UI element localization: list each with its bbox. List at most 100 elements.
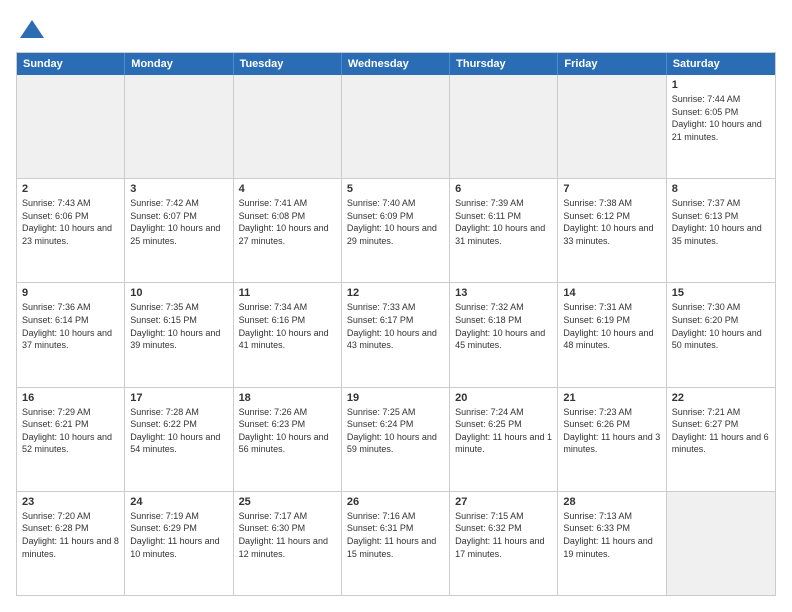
day-number: 23 <box>22 496 119 508</box>
calendar-cell: 5Sunrise: 7:40 AM Sunset: 6:09 PM Daylig… <box>342 179 450 282</box>
calendar-cell: 10 Sunrise: 7:35 AM Sunset: 6:15 PM Dayli… <box>125 283 233 386</box>
weekday-header: Thursday <box>450 53 558 75</box>
calendar-cell: 1 Sunrise: 7:44 AM Sunset: 6:05 PM Daylig… <box>667 75 775 178</box>
logo <box>16 16 46 44</box>
cell-sun-info: Sunrise: 7:20 AM Sunset: 6:28 PM Dayligh… <box>22 510 119 560</box>
day-number: 2 <box>22 183 119 195</box>
weekday-header: Sunday <box>17 53 125 75</box>
day-number: 25 <box>239 496 336 508</box>
day-number: 19 <box>347 392 444 404</box>
cell-sun-info: Sunrise: 7:30 AM Sunset: 6:20 PM Dayligh… <box>672 301 770 351</box>
calendar-cell: 14Sunrise: 7:31 AM Sunset: 6:19 PM Dayli… <box>558 283 666 386</box>
calendar-cell: 18 Sunrise: 7:26 AM Sunset: 6:23 PM Dayli… <box>234 388 342 491</box>
calendar-cell: 6 Sunrise: 7:39 AM Sunset: 6:11 PM Daylig… <box>450 179 558 282</box>
calendar-cell: 3 Sunrise: 7:42 AM Sunset: 6:07 PM Daylig… <box>125 179 233 282</box>
day-number: 16 <box>22 392 119 404</box>
day-number: 21 <box>563 392 660 404</box>
day-number: 6 <box>455 183 552 195</box>
calendar-cell: 4 Sunrise: 7:41 AM Sunset: 6:08 PM Daylig… <box>234 179 342 282</box>
day-number: 27 <box>455 496 552 508</box>
cell-sun-info: Sunrise: 7:16 AM Sunset: 6:31 PM Dayligh… <box>347 510 444 560</box>
calendar-cell: 13 Sunrise: 7:32 AM Sunset: 6:18 PM Dayli… <box>450 283 558 386</box>
cell-sun-info: Sunrise: 7:35 AM Sunset: 6:15 PM Dayligh… <box>130 301 227 351</box>
calendar-row: 2 Sunrise: 7:43 AM Sunset: 6:06 PM Daylig… <box>17 178 775 282</box>
calendar-cell: 27 Sunrise: 7:15 AM Sunset: 6:32 PM Dayli… <box>450 492 558 595</box>
cell-sun-info: Sunrise: 7:21 AM Sunset: 6:27 PM Dayligh… <box>672 406 770 456</box>
calendar-cell: 16 Sunrise: 7:29 AM Sunset: 6:21 PM Dayli… <box>17 388 125 491</box>
calendar-body: 1 Sunrise: 7:44 AM Sunset: 6:05 PM Daylig… <box>17 75 775 595</box>
calendar-cell: 7Sunrise: 7:38 AM Sunset: 6:12 PM Daylig… <box>558 179 666 282</box>
calendar-cell <box>667 492 775 595</box>
cell-sun-info: Sunrise: 7:38 AM Sunset: 6:12 PM Dayligh… <box>563 197 660 247</box>
cell-sun-info: Sunrise: 7:33 AM Sunset: 6:17 PM Dayligh… <box>347 301 444 351</box>
calendar-cell: 22 Sunrise: 7:21 AM Sunset: 6:27 PM Dayli… <box>667 388 775 491</box>
day-number: 18 <box>239 392 336 404</box>
cell-sun-info: Sunrise: 7:19 AM Sunset: 6:29 PM Dayligh… <box>130 510 227 560</box>
calendar-row: 1 Sunrise: 7:44 AM Sunset: 6:05 PM Daylig… <box>17 75 775 178</box>
weekday-header: Saturday <box>667 53 775 75</box>
page-header <box>16 16 776 44</box>
cell-sun-info: Sunrise: 7:25 AM Sunset: 6:24 PM Dayligh… <box>347 406 444 456</box>
calendar-cell: 2 Sunrise: 7:43 AM Sunset: 6:06 PM Daylig… <box>17 179 125 282</box>
cell-sun-info: Sunrise: 7:28 AM Sunset: 6:22 PM Dayligh… <box>130 406 227 456</box>
cell-sun-info: Sunrise: 7:17 AM Sunset: 6:30 PM Dayligh… <box>239 510 336 560</box>
day-number: 20 <box>455 392 552 404</box>
calendar-cell: 19 Sunrise: 7:25 AM Sunset: 6:24 PM Dayli… <box>342 388 450 491</box>
cell-sun-info: Sunrise: 7:34 AM Sunset: 6:16 PM Dayligh… <box>239 301 336 351</box>
cell-sun-info: Sunrise: 7:43 AM Sunset: 6:06 PM Dayligh… <box>22 197 119 247</box>
calendar-cell: 20 Sunrise: 7:24 AM Sunset: 6:25 PM Dayli… <box>450 388 558 491</box>
cell-sun-info: Sunrise: 7:40 AM Sunset: 6:09 PM Dayligh… <box>347 197 444 247</box>
calendar-cell: 8Sunrise: 7:37 AM Sunset: 6:13 PM Daylig… <box>667 179 775 282</box>
day-number: 15 <box>672 287 770 299</box>
cell-sun-info: Sunrise: 7:23 AM Sunset: 6:26 PM Dayligh… <box>563 406 660 456</box>
day-number: 24 <box>130 496 227 508</box>
calendar-cell: 15 Sunrise: 7:30 AM Sunset: 6:20 PM Dayli… <box>667 283 775 386</box>
calendar-cell: 11 Sunrise: 7:34 AM Sunset: 6:16 PM Dayli… <box>234 283 342 386</box>
calendar-cell <box>125 75 233 178</box>
cell-sun-info: Sunrise: 7:36 AM Sunset: 6:14 PM Dayligh… <box>22 301 119 351</box>
weekday-header: Tuesday <box>234 53 342 75</box>
calendar: SundayMondayTuesdayWednesdayThursdayFrid… <box>16 52 776 596</box>
cell-sun-info: Sunrise: 7:29 AM Sunset: 6:21 PM Dayligh… <box>22 406 119 456</box>
calendar-cell: 21 Sunrise: 7:23 AM Sunset: 6:26 PM Dayli… <box>558 388 666 491</box>
cell-sun-info: Sunrise: 7:24 AM Sunset: 6:25 PM Dayligh… <box>455 406 552 456</box>
calendar-cell <box>342 75 450 178</box>
weekday-header: Wednesday <box>342 53 450 75</box>
calendar-cell: 28 Sunrise: 7:13 AM Sunset: 6:33 PM Dayli… <box>558 492 666 595</box>
calendar-cell: 24 Sunrise: 7:19 AM Sunset: 6:29 PM Dayli… <box>125 492 233 595</box>
cell-sun-info: Sunrise: 7:15 AM Sunset: 6:32 PM Dayligh… <box>455 510 552 560</box>
calendar-cell: 17 Sunrise: 7:28 AM Sunset: 6:22 PM Dayli… <box>125 388 233 491</box>
cell-sun-info: Sunrise: 7:42 AM Sunset: 6:07 PM Dayligh… <box>130 197 227 247</box>
cell-sun-info: Sunrise: 7:32 AM Sunset: 6:18 PM Dayligh… <box>455 301 552 351</box>
day-number: 28 <box>563 496 660 508</box>
calendar-cell: 26 Sunrise: 7:16 AM Sunset: 6:31 PM Dayli… <box>342 492 450 595</box>
cell-sun-info: Sunrise: 7:39 AM Sunset: 6:11 PM Dayligh… <box>455 197 552 247</box>
cell-sun-info: Sunrise: 7:44 AM Sunset: 6:05 PM Dayligh… <box>672 93 770 143</box>
calendar-cell <box>558 75 666 178</box>
day-number: 10 <box>130 287 227 299</box>
day-number: 22 <box>672 392 770 404</box>
calendar-header: SundayMondayTuesdayWednesdayThursdayFrid… <box>17 53 775 75</box>
calendar-cell: 12 Sunrise: 7:33 AM Sunset: 6:17 PM Dayli… <box>342 283 450 386</box>
day-number: 8 <box>672 183 770 195</box>
cell-sun-info: Sunrise: 7:26 AM Sunset: 6:23 PM Dayligh… <box>239 406 336 456</box>
calendar-row: 23 Sunrise: 7:20 AM Sunset: 6:28 PM Dayli… <box>17 491 775 595</box>
calendar-cell <box>17 75 125 178</box>
calendar-row: 16 Sunrise: 7:29 AM Sunset: 6:21 PM Dayli… <box>17 387 775 491</box>
cell-sun-info: Sunrise: 7:13 AM Sunset: 6:33 PM Dayligh… <box>563 510 660 560</box>
cell-sun-info: Sunrise: 7:31 AM Sunset: 6:19 PM Dayligh… <box>563 301 660 351</box>
weekday-header: Friday <box>558 53 666 75</box>
day-number: 13 <box>455 287 552 299</box>
logo-icon <box>18 16 46 44</box>
calendar-cell: 25 Sunrise: 7:17 AM Sunset: 6:30 PM Dayli… <box>234 492 342 595</box>
day-number: 4 <box>239 183 336 195</box>
day-number: 3 <box>130 183 227 195</box>
day-number: 17 <box>130 392 227 404</box>
day-number: 12 <box>347 287 444 299</box>
calendar-cell <box>450 75 558 178</box>
day-number: 1 <box>672 79 770 91</box>
calendar-cell: 9Sunrise: 7:36 AM Sunset: 6:14 PM Daylig… <box>17 283 125 386</box>
day-number: 11 <box>239 287 336 299</box>
day-number: 26 <box>347 496 444 508</box>
cell-sun-info: Sunrise: 7:41 AM Sunset: 6:08 PM Dayligh… <box>239 197 336 247</box>
